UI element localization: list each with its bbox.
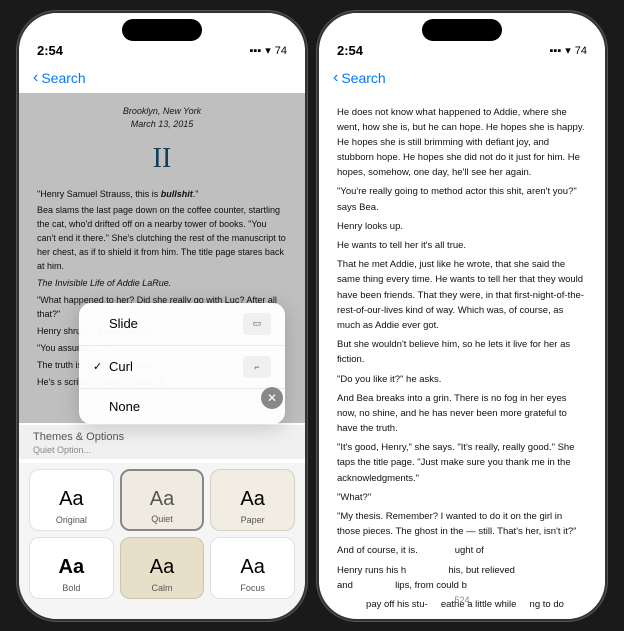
curl-preview-icon: ⌐ bbox=[243, 356, 271, 378]
status-time-left: 2:54 bbox=[37, 43, 63, 58]
r-para-3: Henry looks up. bbox=[337, 219, 587, 234]
close-icon: ✕ bbox=[267, 391, 277, 405]
slide-preview-icon: ▭ bbox=[243, 313, 271, 335]
battery-icon-right: 74 bbox=[575, 45, 587, 57]
close-button[interactable]: ✕ bbox=[261, 387, 283, 409]
wifi-icon: ▾ bbox=[265, 44, 271, 57]
theme-original[interactable]: Aa Original bbox=[29, 469, 114, 531]
theme-paper-label: Aa bbox=[240, 488, 264, 511]
transition-item-none[interactable]: None bbox=[79, 389, 285, 424]
theme-bold-name: Bold bbox=[30, 583, 113, 593]
r-para-10: "What?" bbox=[337, 490, 587, 505]
themes-title: Themes & Options bbox=[33, 431, 291, 443]
wifi-icon-right: ▾ bbox=[565, 44, 571, 57]
r-para-4: He wants to tell her it's all true. bbox=[337, 238, 587, 253]
battery-icon: 74 bbox=[275, 45, 287, 57]
left-phone: 2:54 ▪▪▪ ▾ 74 ‹ Search Brooklyn, New Yor… bbox=[17, 11, 307, 621]
theme-calm-label: Aa bbox=[150, 556, 174, 579]
theme-focus-name: Focus bbox=[211, 583, 294, 593]
r-para-13: Henry runs his h his, but relieved and l… bbox=[337, 563, 587, 593]
theme-grid: Aa Original Aa Quiet Aa Paper Aa Bold Aa bbox=[19, 463, 305, 619]
r-para-11: "My thesis. Remember? I wanted to do it … bbox=[337, 509, 587, 539]
themes-subtitle: Quiet Option... bbox=[33, 445, 291, 455]
r-para-2: "You're really going to method actor thi… bbox=[337, 184, 587, 214]
chevron-left-icon: ‹ bbox=[33, 69, 38, 87]
signal-icon-right: ▪▪▪ bbox=[550, 45, 562, 57]
r-para-7: "Do you like it?" he asks. bbox=[337, 372, 587, 387]
status-icons-right: ▪▪▪ ▾ 74 bbox=[550, 44, 587, 57]
theme-calm-name: Calm bbox=[121, 583, 204, 593]
nav-bar-right: ‹ Search bbox=[319, 63, 605, 93]
theme-paper-name: Paper bbox=[211, 515, 294, 525]
r-para-1: He does not know what happened to Addie,… bbox=[337, 105, 587, 181]
theme-original-name: Original bbox=[30, 515, 113, 525]
right-phone: 2:54 ▪▪▪ ▾ 74 ‹ Search He does not know … bbox=[317, 11, 607, 621]
back-button-left[interactable]: ‹ Search bbox=[33, 69, 86, 87]
transition-label-none: None bbox=[109, 399, 140, 414]
signal-icon: ▪▪▪ bbox=[250, 45, 262, 57]
theme-paper[interactable]: Aa Paper bbox=[210, 469, 295, 531]
back-label-right: Search bbox=[341, 70, 385, 86]
theme-quiet[interactable]: Aa Quiet bbox=[120, 469, 205, 531]
slide-icon-shape: ▭ bbox=[253, 318, 262, 329]
transition-item-curl[interactable]: ✓ Curl ⌐ bbox=[79, 346, 285, 389]
transition-label-curl: Curl bbox=[109, 359, 133, 374]
transition-menu: Slide ▭ ✓ Curl ⌐ bbox=[79, 303, 285, 424]
r-para-12: And of course, it is. ught of bbox=[337, 543, 587, 558]
dynamic-island-left bbox=[122, 19, 202, 41]
transition-item-slide[interactable]: Slide ▭ bbox=[79, 303, 285, 346]
status-icons-left: ▪▪▪ ▾ 74 bbox=[250, 44, 287, 57]
theme-calm[interactable]: Aa Calm bbox=[120, 537, 205, 599]
checkmark-curl: ✓ bbox=[93, 360, 109, 373]
theme-quiet-label: Aa bbox=[150, 488, 174, 511]
theme-focus[interactable]: Aa Focus bbox=[210, 537, 295, 599]
r-para-9: "It's good, Henry," she says. "It's real… bbox=[337, 440, 587, 486]
back-button-right[interactable]: ‹ Search bbox=[333, 69, 386, 87]
book-content-right: He does not know what happened to Addie,… bbox=[319, 93, 605, 613]
nav-bar-left: ‹ Search bbox=[19, 63, 305, 93]
theme-bold[interactable]: Aa Bold bbox=[29, 537, 114, 599]
dynamic-island-right bbox=[422, 19, 502, 41]
curl-icon-shape: ⌐ bbox=[254, 362, 259, 372]
theme-original-label: Aa bbox=[59, 488, 83, 511]
theme-quiet-name: Quiet bbox=[122, 514, 203, 524]
theme-bold-label: Aa bbox=[59, 556, 85, 579]
themes-bar: Themes & Options Quiet Option... bbox=[19, 425, 305, 459]
transition-label-slide: Slide bbox=[109, 316, 138, 331]
r-para-5: That he met Addie, just like he wrote, t… bbox=[337, 257, 587, 333]
status-time-right: 2:54 bbox=[337, 43, 363, 58]
chevron-left-icon-right: ‹ bbox=[333, 69, 338, 87]
theme-focus-label: Aa bbox=[240, 556, 264, 579]
page-number: 524 bbox=[319, 595, 605, 605]
r-para-8: And Bea breaks into a grin. There is no … bbox=[337, 391, 587, 437]
r-para-6: But she wouldn't believe him, so he lets… bbox=[337, 337, 587, 367]
back-label-left: Search bbox=[41, 70, 85, 86]
